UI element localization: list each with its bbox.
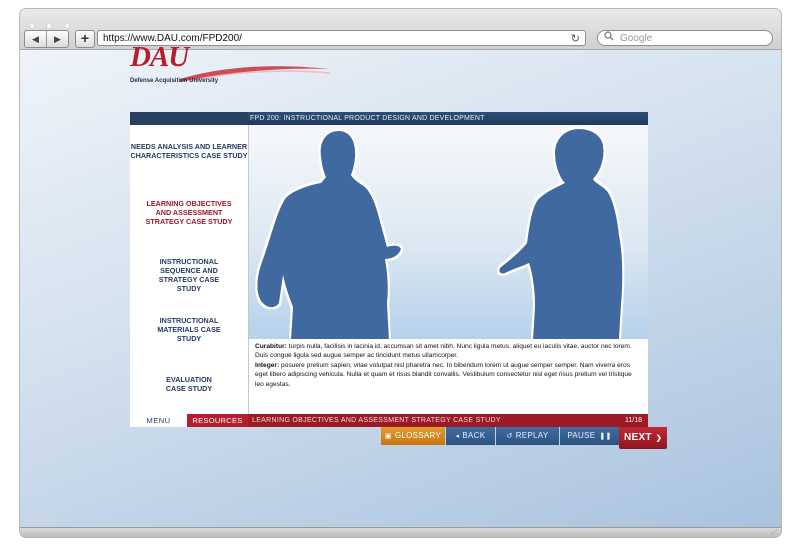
next-button[interactable]: NEXT ❯ xyxy=(619,427,667,449)
woman-silhouette xyxy=(499,129,623,339)
resize-grip-icon[interactable]: ⋰ xyxy=(771,528,778,536)
replay-button[interactable]: ↺ REPLAY xyxy=(496,427,559,445)
tab-resources[interactable]: RESOURCES xyxy=(187,414,248,427)
back-arrow-icon[interactable]: ◀ xyxy=(25,31,46,47)
menu-item-learning-objectives[interactable]: LEARNING OBJECTIVES AND ASSESSMENT STRAT… xyxy=(130,199,248,226)
bottom-bar: MENU RESOURCES LEARNING OBJECTIVES AND A… xyxy=(130,414,648,427)
search-icon xyxy=(604,31,614,47)
minimize-dot[interactable] xyxy=(47,24,52,28)
back-icon: ◂ xyxy=(455,433,460,440)
next-icon: ❯ xyxy=(655,435,663,442)
replay-icon: ↺ xyxy=(506,433,513,440)
header-left-block xyxy=(130,112,248,125)
history-nav: ◀ ▶ xyxy=(24,30,69,48)
course-title: FPD 200: INSTRUCTIONAL PRODUCT DESIGN AN… xyxy=(250,115,485,122)
paragraph-2-lead: Integer: xyxy=(255,361,280,369)
search-field[interactable]: Google xyxy=(597,30,773,46)
glossary-icon: ▣ xyxy=(384,433,392,440)
dau-logo: DAU Defense Acquisition University xyxy=(130,41,330,91)
case-study-menu: NEEDS ANALYSIS AND LEARNER CHARACTERISTI… xyxy=(130,125,249,414)
menu-item-instructional-materials[interactable]: INSTRUCTIONAL MATERIALS CASE STUDY xyxy=(130,316,248,343)
menu-item-evaluation[interactable]: EVALUATION CASE STUDY xyxy=(130,375,248,393)
man-silhouette xyxy=(257,131,401,339)
search-placeholder: Google xyxy=(620,33,653,44)
next-label: NEXT xyxy=(623,432,652,443)
paragraph-2: Integer: posuere pretium sapien, vitae v… xyxy=(255,361,642,389)
pause-label: PAUSE xyxy=(567,431,596,440)
paragraph-1-body: turpis nulla, facilisis in lacinia id, a… xyxy=(255,343,632,360)
back-label: BACK xyxy=(462,431,486,440)
pause-button[interactable]: PAUSE ❚❚ xyxy=(560,427,619,445)
silhouettes-image xyxy=(257,129,623,339)
reload-icon[interactable]: ↻ xyxy=(571,31,580,47)
forward-arrow-icon[interactable]: ▶ xyxy=(47,31,68,47)
glossary-label: GLOSSARY xyxy=(394,431,442,440)
scene-illustration xyxy=(249,125,648,339)
breadcrumb: LEARNING OBJECTIVES AND ASSESSMENT STRAT… xyxy=(252,417,501,424)
pause-icon: ❚❚ xyxy=(599,433,612,440)
status-bar: ⋰ xyxy=(20,527,781,537)
paragraph-2-body: posuere pretium sapien, vitae volutpat n… xyxy=(255,361,632,388)
back-button[interactable]: ◂ BACK xyxy=(446,427,495,445)
close-dot[interactable] xyxy=(30,24,34,28)
replay-label: REPLAY xyxy=(515,431,549,440)
course-header: FPD 200: INSTRUCTIONAL PRODUCT DESIGN AN… xyxy=(130,112,648,125)
case-study-text: Curabitur: turpis nulla, facilisis in la… xyxy=(249,339,648,414)
glossary-button[interactable]: ▣ GLOSSARY xyxy=(381,427,445,445)
paragraph-1-lead: Curabitur: xyxy=(255,343,287,350)
tab-menu[interactable]: MENU xyxy=(130,414,187,427)
menu-item-instructional-sequence[interactable]: INSTRUCTIONAL SEQUENCE AND STRATEGY CASE… xyxy=(130,257,248,293)
new-tab-button[interactable]: + xyxy=(75,30,95,48)
logo-subtitle: Defense Acquisition University xyxy=(130,78,219,84)
player-controls: ▣ GLOSSARY ◂ BACK ↺ REPLAY PAUSE ❚❚ NEXT ❯ xyxy=(130,427,667,449)
page-indicator: 11/18 xyxy=(625,417,642,424)
zoom-dot[interactable] xyxy=(64,24,69,28)
paragraph-1: Curabitur: turpis nulla, facilisis in la… xyxy=(255,342,642,361)
menu-item-needs-analysis[interactable]: NEEDS ANALYSIS AND LEARNER CHARACTERISTI… xyxy=(130,142,248,160)
